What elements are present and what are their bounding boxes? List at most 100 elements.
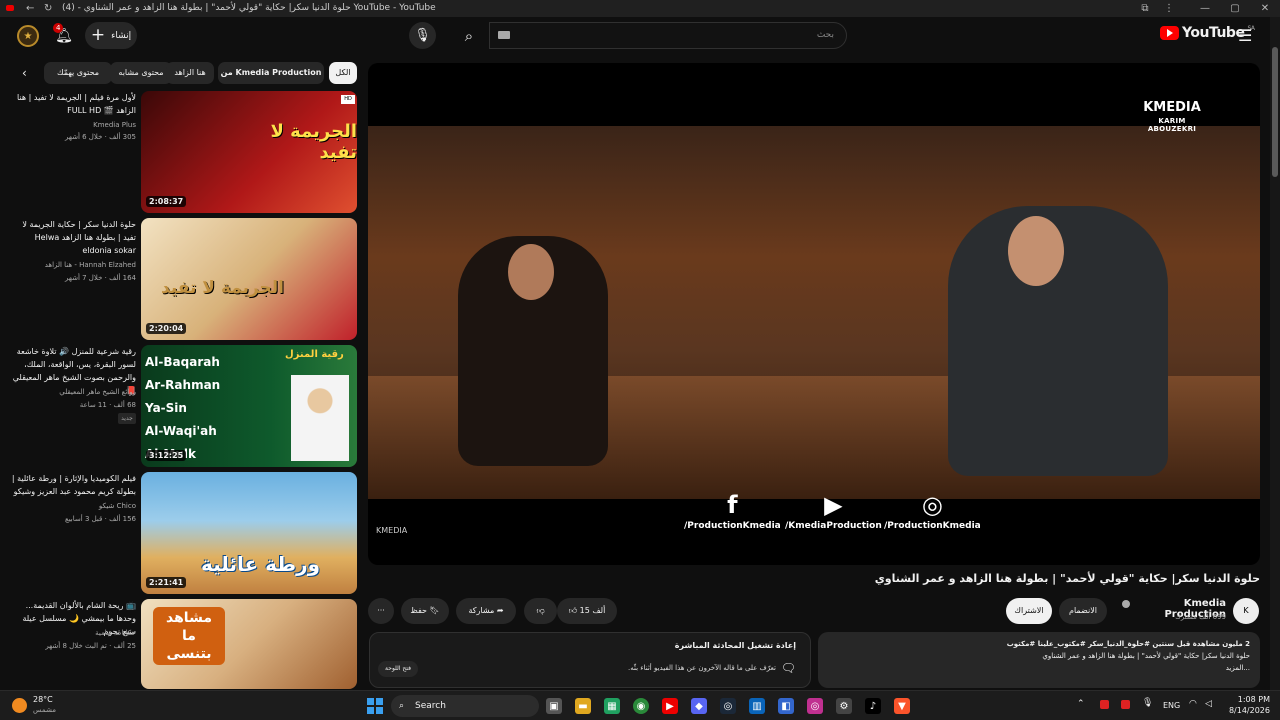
instagram-icon: ◎ [921,491,943,519]
brave-icon[interactable]: ▼ [894,698,910,714]
app-icon-3[interactable]: ◧ [778,698,794,714]
man-face [1008,216,1064,286]
facebook-link: f /ProductionKmedia [684,489,781,531]
scrollbar-thumb[interactable] [1272,47,1278,177]
task-view-icon[interactable]: ▣ [546,698,562,714]
channel-name[interactable]: Hannah Elzahed - هنا الزاهد [8,261,136,269]
menu-icon[interactable]: ☰ [1238,26,1252,45]
list-item[interactable]: رقية المنزل Al-Baqarah Ar-Rahman Ya-Sin … [0,345,360,467]
volume-icon[interactable]: ◁ [1205,699,1212,709]
hd-badge: HD [341,95,355,104]
duration-badge: 3:12:25 [146,450,187,461]
video-player[interactable]: KMEDIA KARIM ABOUZEKRI f /ProductionKmed… [368,63,1260,565]
list-item[interactable]: الجريمة لا تفيد HD 2:08:37 لأول مرة فيلم… [0,91,360,213]
app-icon[interactable]: ▦ [604,698,620,714]
app-icon-2[interactable]: ▥ [749,698,765,714]
kmedia-subtitle: KARIM ABOUZEKRI [1147,117,1197,133]
video-meta: 25 ألف · تم البث خلال 8 أشهر [45,642,136,650]
reciter-image [291,375,349,461]
windows-taskbar: 28°C مشمس ⌕ Search ▣ ▬ ▦ ◉ ▶ ◆ ◎ ▥ ◧ ◎ ⚙… [0,690,1280,720]
video-meta: 156 ألف · قبل 3 أسابيع [64,515,136,523]
channel-avatar[interactable]: K [1233,598,1259,624]
channel-name[interactable]: Kmedia Plus [8,121,136,129]
subscribe-button[interactable]: الاشتراك [1006,598,1052,624]
maximize-button[interactable]: ▢ [1222,0,1248,17]
discord-icon[interactable]: ◆ [691,698,707,714]
video-thumbnail[interactable]: الجريمة لا تفيد HD [141,91,357,213]
chevron-up-icon[interactable]: ⌃ [1077,699,1085,709]
tray-icon[interactable] [1100,700,1109,709]
back-icon[interactable]: ← [26,0,34,17]
chip-hana[interactable]: هنا الزاهد [166,62,214,84]
weather-desc: مشمس [33,706,56,714]
video-title[interactable]: لأول مرة فيلم | الجريمة لا تفيد | هنا ال… [8,91,136,117]
channel-name[interactable]: Chico شيكو [8,502,136,510]
start-button[interactable] [367,698,383,714]
video-title[interactable]: حلوة الدنيا سكر | حكاية الجريمة لا تفيد … [8,218,136,257]
chevron-left-icon[interactable]: ‹ [22,66,27,80]
chrome-icon[interactable]: ◉ [633,698,649,714]
join-button[interactable]: الانضمام [1059,598,1107,624]
tray-icon-2[interactable] [1121,700,1130,709]
tiktok-icon[interactable]: ♪ [865,698,881,714]
share-icon: ➦ [496,606,504,615]
chip-related[interactable]: محتوى مشابه [110,62,172,84]
more-icon[interactable]: ⋮ [1156,0,1182,17]
thumbnail-text: مشاهد ما بتنسى [153,607,225,665]
channel-name[interactable]: حكايات شامية [8,629,136,637]
create-label: إنشاء [111,30,132,41]
search-input[interactable]: بحث [489,22,847,49]
taskbar-search[interactable]: ⌕ Search [391,695,539,717]
notifications-button[interactable]: 🔔︎ 4 [53,23,75,47]
settings-icon[interactable]: ⚙︎ [836,698,852,714]
search-icon: ⌕ [464,26,474,45]
video-thumbnail[interactable]: ورطة عائلية [141,472,357,594]
instagram-taskbar-icon[interactable]: ◎ [807,698,823,714]
duration-badge: 2:08:37 [146,196,187,207]
description-box[interactable]: 2 مليون مشاهدة قبل سنتين #حلوة_الدنيا_سك… [818,632,1260,688]
list-item[interactable]: مشاهد ما بتنسى 📺 ريحة الشام بالألوان الق… [0,599,360,689]
page-scrollbar[interactable] [1270,17,1280,690]
search-button[interactable]: ⌕ [451,22,487,49]
save-button[interactable]: حفظ 🔖︎ [401,598,449,624]
list-item[interactable]: الجريمة لا تفيد 2:20:04 حلوة الدنيا سكر … [0,218,360,340]
voice-search-button[interactable]: 🎙︎ [409,22,436,49]
chip-from-channel[interactable]: من Kmedia Production [218,62,324,84]
mic-icon[interactable]: 🎙︎ [1142,698,1153,708]
open-panel-button[interactable]: فتح اللوحة [378,661,418,677]
description-text: حلوة الدنيا سكر| حكاية "قولي لأحمد" | بط… [1042,652,1250,660]
video-title[interactable]: فيلم الكوميديا والإثارة | ورطة عائلية | … [8,472,136,498]
clock-date[interactable]: 8/14/2026 [1220,706,1270,715]
language-indicator[interactable]: ENG [1163,701,1180,710]
subscriber-count: 699 ألف مشترك [1175,613,1226,621]
facebook-icon: f [727,491,738,519]
refresh-icon[interactable]: ↻ [44,0,52,17]
channel-name[interactable]: روائع الشيخ ماهر المعيقلي [8,388,136,396]
close-button[interactable]: ✕ [1252,0,1278,17]
instagram-label: /ProductionKmedia [884,521,981,531]
video-thumbnail[interactable]: رقية المنزل Al-Baqarah Ar-Rahman Ya-Sin … [141,345,357,467]
description-more[interactable]: ...المزيد [828,662,1250,674]
steam-icon[interactable]: ◎ [720,698,736,714]
wifi-icon[interactable]: ◠ [1189,699,1197,709]
account-avatar[interactable]: ★ [17,25,39,47]
kmedia-logo-text: KMEDIA [1143,100,1201,115]
dislike-button[interactable]: 👎︎ [524,598,557,624]
share-button[interactable]: مشاركة ➦ [456,598,516,624]
keyboard-icon[interactable] [498,31,510,39]
more-actions-button[interactable]: ··· [368,598,394,624]
weather-icon[interactable] [12,698,27,713]
clock-time[interactable]: 1:08 PM [1224,695,1270,704]
list-item[interactable]: ورطة عائلية 2:21:41 فيلم الكوميديا والإث… [0,472,360,594]
chip-recommended[interactable]: محتوى يهمّك [44,62,112,84]
chip-all[interactable]: الكل [329,62,357,84]
create-button[interactable]: + إنشاء [85,22,137,49]
youtube-taskbar-icon[interactable]: ▶ [662,698,678,714]
like-button[interactable]: 👍︎ 15 ألف [557,598,617,624]
weather-temp[interactable]: 28°C [33,695,53,704]
video-thumbnail[interactable]: مشاهد ما بتنسى [141,599,357,689]
minimize-button[interactable]: — [1192,0,1218,17]
extensions-icon[interactable]: ⧉ [1132,0,1158,17]
video-thumbnail[interactable]: الجريمة لا تفيد [141,218,357,340]
file-explorer-icon[interactable]: ▬ [575,698,591,714]
